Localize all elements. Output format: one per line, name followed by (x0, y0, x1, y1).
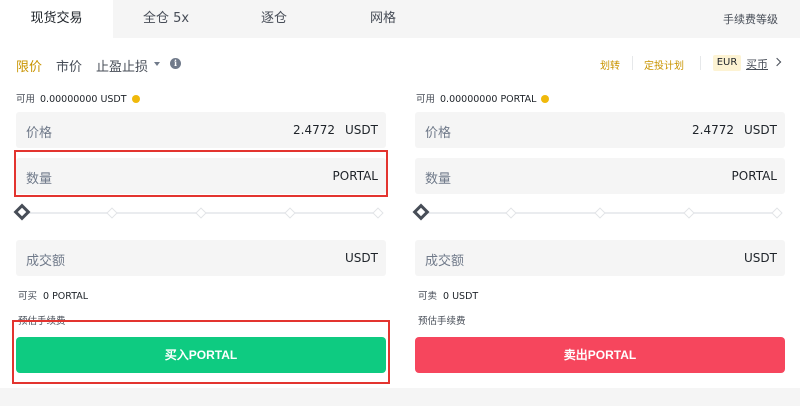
buy-fee-estimate: 预估手续费 (18, 316, 66, 327)
info-icon[interactable]: i (170, 58, 181, 69)
sell-price-input[interactable]: 价格 2.4772 USDT (415, 112, 785, 148)
auto-invest-link[interactable]: 定投计划 (644, 57, 684, 72)
slider-handle[interactable] (412, 203, 430, 221)
sell-fee-estimate: 预估手续费 (418, 316, 466, 327)
sell-button[interactable]: 卖出PORTAL (415, 337, 785, 373)
divider (700, 56, 701, 70)
tab-grid[interactable]: 网格 (329, 0, 437, 38)
buy-available: 可用 0.00000000 USDT (16, 91, 140, 105)
tab-spot[interactable]: 现货交易 (0, 0, 113, 38)
fee-level-link[interactable]: 手续费等级 (723, 11, 778, 27)
currency-badge[interactable]: EUR (713, 55, 741, 71)
sell-max-amount: 可卖 0 USDT (418, 291, 479, 302)
transfer-link[interactable]: 划转 (600, 57, 620, 72)
order-type-stop-limit[interactable]: 止盈止损 (96, 56, 148, 75)
chevron-right-icon[interactable] (772, 57, 782, 67)
buy-button[interactable]: 买入PORTAL (16, 337, 386, 373)
buy-price-input[interactable]: 价格 2.4772 USDT (16, 112, 386, 148)
trade-mode-tabs: 现货交易 全仓 5x 逐仓 网格 手续费等级 (0, 0, 800, 38)
deposit-coin-icon[interactable] (541, 95, 550, 103)
tab-cross-margin[interactable]: 全仓 5x (113, 0, 219, 38)
slider-handle[interactable] (13, 203, 31, 221)
bottom-panel (0, 388, 800, 406)
buy-max-amount: 可买 0 PORTAL (18, 291, 89, 302)
buy-fiat-link[interactable]: 买币 (746, 56, 768, 72)
sell-percent-slider[interactable] (412, 203, 783, 221)
buy-percent-slider[interactable] (13, 203, 384, 221)
order-type-market[interactable]: 市价 (56, 56, 82, 75)
divider (632, 56, 633, 70)
sell-available: 可用 0.00000000 PORTAL (416, 91, 550, 105)
buy-total-input[interactable]: 成交额 USDT (16, 240, 386, 276)
buy-amount-input[interactable]: 数量 PORTAL (16, 158, 386, 194)
chevron-down-icon[interactable] (154, 62, 160, 66)
deposit-coin-icon[interactable] (131, 95, 140, 103)
sell-total-input[interactable]: 成交额 USDT (415, 240, 785, 276)
tab-isolated-margin[interactable]: 逐仓 (219, 0, 329, 38)
order-type-limit[interactable]: 限价 (16, 56, 42, 75)
sell-amount-input[interactable]: 数量 PORTAL (415, 158, 785, 194)
